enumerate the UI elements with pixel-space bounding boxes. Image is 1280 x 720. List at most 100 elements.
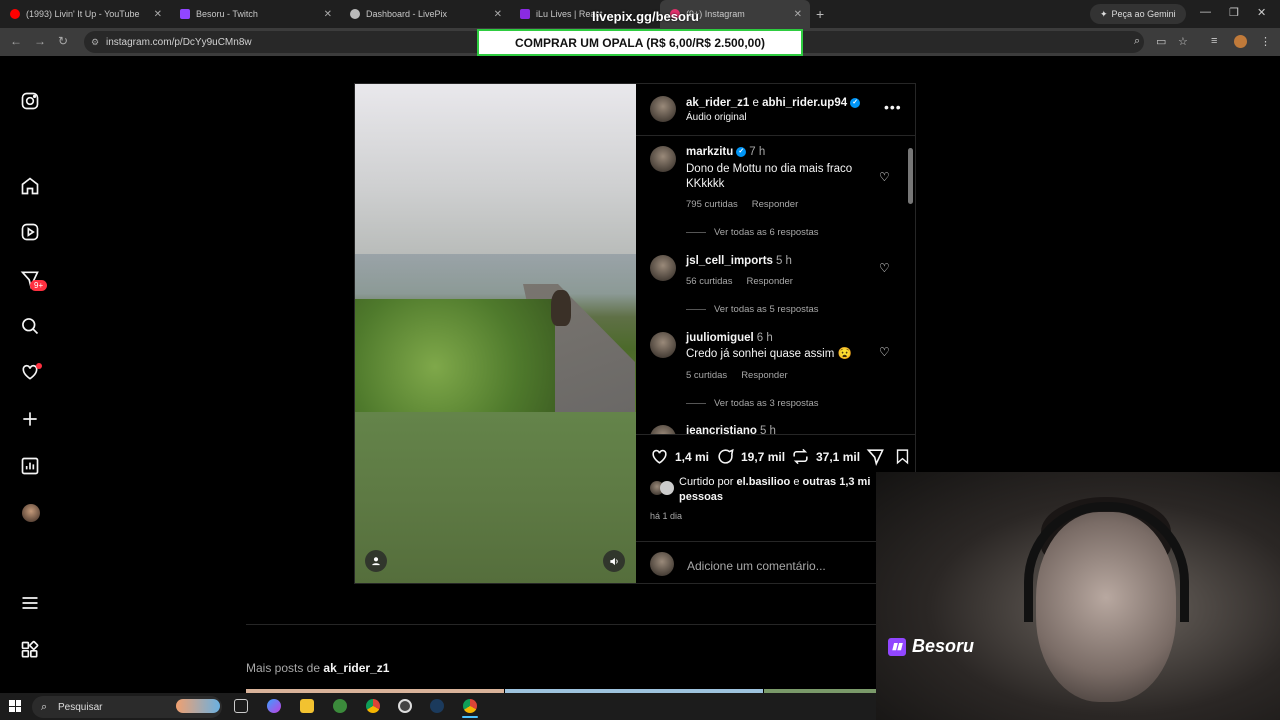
more-posts-heading: Mais posts de ak_rider_z1 (246, 661, 390, 675)
tab-youtube[interactable]: (1993) Livin' It Up - YouTube ✕ (0, 0, 170, 28)
reply-button[interactable]: Responder (746, 276, 792, 287)
liked-by-text: Curtido por el.basilioo e outras 1,3 mi … (679, 476, 871, 503)
commenter-name[interactable]: juuliomiguel (686, 332, 754, 344)
commenter-avatar[interactable] (650, 425, 676, 434)
instagram-logo-icon[interactable] (18, 89, 42, 113)
post-authors: ak_rider_z1 e abhi_rider.up94 ✓ (686, 97, 861, 109)
comment-text: Credo já sonhei quase assim 😧 (686, 348, 852, 360)
author2-link[interactable]: abhi_rider.up94 (762, 97, 847, 109)
site-info-icon[interactable]: ⚙ (91, 37, 99, 48)
profile-avatar-sidebar[interactable] (22, 504, 40, 522)
comment-icon (718, 448, 734, 464)
like-comment-icon[interactable]: ♡ (879, 170, 890, 184)
chrome-active-icon[interactable] (463, 699, 477, 713)
youtube-icon (10, 9, 20, 19)
windows-start-icon[interactable] (9, 700, 21, 712)
more-options-icon[interactable]: ••• (884, 99, 902, 115)
comments-scrollbar[interactable] (907, 138, 914, 434)
chrome-profile-icon[interactable] (333, 699, 347, 713)
steam-icon[interactable] (430, 699, 444, 713)
menu-icon[interactable] (18, 591, 42, 615)
comment-likes[interactable]: 5 curtidas (686, 370, 727, 381)
reply-button[interactable]: Responder (741, 370, 787, 381)
verified-icon: ✓ (736, 146, 747, 157)
comment-button[interactable]: 19,7 mil (716, 447, 785, 466)
livepix-goal-banner: COMPRAR UM OPALA (R$ 6,00/R$ 2.500,00) (477, 29, 803, 56)
scroll-thumb[interactable] (908, 148, 913, 204)
video-sky-panel (355, 84, 636, 254)
twitch-logo-icon: ▮▮ (888, 637, 906, 656)
apps-icon[interactable] (18, 638, 42, 662)
bookmark-icon (896, 449, 909, 465)
dashboard-icon[interactable] (18, 454, 42, 478)
liker-avatar (660, 481, 674, 495)
like-comment-icon[interactable]: ♡ (879, 261, 890, 275)
audio-label[interactable]: Áudio original (686, 112, 747, 123)
share-button[interactable] (866, 447, 891, 466)
add-comment-input[interactable]: Adicione um comentário... (687, 559, 826, 573)
author1-link[interactable]: ak_rider_z1 (686, 97, 749, 109)
tab-livepix[interactable]: Dashboard - LivePix ✕ (340, 0, 510, 28)
task-view-icon[interactable] (234, 699, 248, 713)
back-button[interactable]: ← (10, 34, 22, 48)
close-tab-icon[interactable]: ✕ (324, 9, 332, 20)
xbox-icon[interactable] (398, 699, 412, 713)
view-replies-button[interactable]: Ver todas as 5 respostas (714, 304, 819, 315)
profile-avatar[interactable] (1234, 35, 1247, 48)
add-comment-row[interactable]: Adicione um comentário... (636, 541, 915, 584)
gemini-button[interactable]: ✦ Peça ao Gemini (1090, 4, 1186, 24)
commenter-name[interactable]: jeancristiano (686, 425, 757, 434)
new-tab-button[interactable]: + (816, 6, 824, 22)
weather-widget-icon[interactable] (176, 699, 220, 713)
messages-badge: 9+ (30, 280, 48, 291)
liked-user-link[interactable]: el.basilioo (736, 476, 790, 488)
zoom-icon[interactable]: ⌕ (1134, 35, 1140, 48)
minimize-button[interactable]: — (1200, 6, 1211, 18)
reply-button[interactable]: Responder (752, 199, 798, 210)
reload-button[interactable]: ↻ (58, 34, 68, 48)
bookmark-star-icon[interactable]: ☆ (1178, 35, 1188, 48)
close-tab-icon[interactable]: ✕ (794, 9, 802, 20)
view-replies-button[interactable]: Ver todas as 6 respostas (714, 227, 819, 238)
like-button[interactable]: 1,4 mi (650, 447, 709, 466)
repost-button[interactable]: 37,1 mil (791, 447, 860, 466)
comments-list: markzitu ✓ 7 h Dono de Mottu no dia mais f… (636, 136, 915, 434)
search-icon[interactable] (18, 314, 42, 338)
volume-button[interactable] (603, 550, 625, 572)
save-button[interactable] (894, 447, 917, 466)
search-icon: ⌕ (41, 700, 48, 713)
close-tab-icon[interactable]: ✕ (494, 9, 502, 20)
home-icon[interactable] (18, 174, 42, 198)
reading-list-icon[interactable]: ≡ (1211, 35, 1217, 47)
chrome-menu-icon[interactable]: ⋮ (1260, 35, 1271, 48)
commenter-name[interactable]: markzitu (686, 146, 733, 158)
commenter-avatar[interactable] (650, 332, 676, 358)
commenter-avatar[interactable] (650, 146, 676, 172)
file-explorer-icon[interactable] (300, 699, 314, 713)
streamer-webcam (876, 472, 1280, 720)
post-header: ak_rider_z1 e abhi_rider.up94 ✓ Áudio ori… (636, 84, 915, 136)
copilot-icon[interactable] (267, 699, 281, 713)
commenter-avatar[interactable] (650, 255, 676, 281)
repost-icon (793, 448, 808, 465)
maximize-button[interactable]: ❐ (1229, 6, 1239, 19)
tagged-users-button[interactable] (365, 550, 387, 572)
comment-count: 19,7 mil (741, 449, 786, 464)
reels-icon[interactable] (18, 220, 42, 244)
like-comment-icon[interactable]: ♡ (879, 345, 890, 359)
close-tab-icon[interactable]: ✕ (154, 9, 162, 20)
commenter-name[interactable]: jsl_cell_imports (686, 255, 773, 267)
create-icon[interactable] (18, 407, 42, 431)
post-timestamp: há 1 dia (650, 511, 683, 521)
chrome-icon[interactable] (366, 699, 380, 713)
comment-likes[interactable]: 56 curtidas (686, 276, 732, 287)
author-avatar[interactable] (650, 96, 676, 122)
view-replies-button[interactable]: Ver todas as 3 respostas (714, 398, 819, 409)
more-posts-user-link[interactable]: ak_rider_z1 (323, 661, 389, 675)
forward-button[interactable]: → (34, 34, 46, 48)
comment-likes[interactable]: 795 curtidas (686, 199, 738, 210)
close-window-button[interactable]: ✕ (1257, 6, 1266, 19)
reel-video[interactable] (355, 84, 636, 583)
tab-twitch[interactable]: Besoru - Twitch ✕ (170, 0, 340, 28)
install-icon[interactable]: ▭ (1156, 35, 1166, 48)
